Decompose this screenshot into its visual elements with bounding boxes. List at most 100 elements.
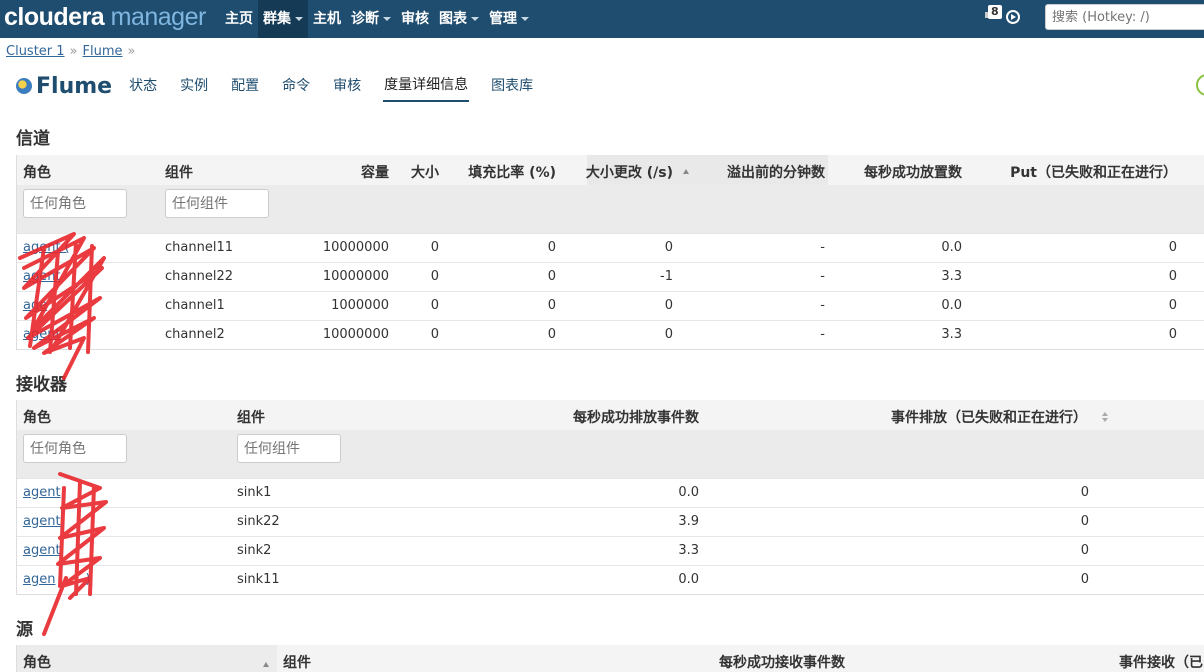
role-link[interactable]: agent xyxy=(23,269,61,284)
role-link[interactable]: agent ( xyxy=(23,240,70,255)
sources-table: 角色 组件 每秒成功接收事件数 事件接收（已 xyxy=(16,645,1204,672)
role-link[interactable]: agen) xyxy=(23,572,91,587)
table-row: agen) sink11 0.0 0 xyxy=(17,565,1204,594)
put-failed-cell: 0 xyxy=(1168,327,1177,342)
col-component[interactable]: 组件 xyxy=(165,162,193,182)
nav-item-charts[interactable]: 图表 xyxy=(434,0,484,38)
breadcrumb: Cluster 1» Flume» xyxy=(6,44,136,59)
table-row: agent sink2 3.3 0 xyxy=(17,536,1204,565)
col-events-accepted-failed[interactable]: 事件接收（已 xyxy=(1119,652,1203,672)
filter-row xyxy=(17,185,1204,233)
col-size[interactable]: 大小 xyxy=(389,162,439,182)
tab-metric-details[interactable]: 度量详细信息 xyxy=(383,70,470,102)
fill-ratio-cell: 0 xyxy=(547,269,556,284)
component-cell: channel22 xyxy=(165,269,233,284)
role-filter-input[interactable] xyxy=(23,189,127,218)
put-failed-cell: 0 xyxy=(1168,298,1177,313)
col-role[interactable]: 角色 xyxy=(23,652,51,672)
col-puts-per-sec[interactable]: 每秒成功放置数 xyxy=(829,162,962,182)
col-component[interactable]: 组件 xyxy=(237,407,265,427)
puts-cell: 3.3 xyxy=(941,269,962,284)
size-change-cell: 0 xyxy=(664,240,673,255)
size-cell: 0 xyxy=(430,327,439,342)
flume-service-icon xyxy=(16,78,32,94)
sort-up-icon[interactable] xyxy=(683,162,689,178)
component-cell: sink1 xyxy=(237,485,272,500)
cloudera-manager-logo[interactable]: cloudera manager xyxy=(4,3,206,32)
role-link[interactable]: agent xyxy=(23,514,61,529)
overflow-cell: - xyxy=(820,327,825,342)
fill-ratio-cell: 0 xyxy=(547,327,556,342)
search-input[interactable] xyxy=(1045,4,1204,30)
component-filter-input[interactable] xyxy=(237,434,341,463)
sort-icon[interactable] xyxy=(1102,410,1108,426)
tab-configuration[interactable]: 配置 xyxy=(230,71,260,101)
col-fill-ratio[interactable]: 填充比率 (%) xyxy=(447,162,556,182)
health-status-icon[interactable] xyxy=(1196,74,1204,96)
col-component[interactable]: 组件 xyxy=(283,652,311,672)
component-cell: sink2 xyxy=(237,543,272,558)
drained-cell: 0.0 xyxy=(678,572,699,587)
nav-item-audits[interactable]: 审核 xyxy=(396,0,434,38)
size-change-cell: -1 xyxy=(660,269,673,284)
component-cell: channel11 xyxy=(165,240,233,255)
col-events-accepted-per-sec[interactable]: 每秒成功接收事件数 xyxy=(645,652,845,672)
capacity-cell: 10000000 xyxy=(322,240,389,255)
main-nav: 主页 群集 主机 诊断 审核 图表 管理 xyxy=(220,0,534,38)
service-header: Flume 状态 实例 配置 命令 审核 度量详细信息 图表库 xyxy=(16,70,555,102)
table-row: agent ( channel11 10000000 0 0 0 - 0.0 0 xyxy=(17,233,1204,262)
tab-audits[interactable]: 审核 xyxy=(332,71,362,101)
size-cell: 0 xyxy=(430,269,439,284)
nav-item-clusters[interactable]: 群集 xyxy=(258,0,308,38)
component-cell: sink22 xyxy=(237,514,280,529)
col-role[interactable]: 角色 xyxy=(23,407,51,427)
tab-instances[interactable]: 实例 xyxy=(179,71,209,101)
nav-item-admin[interactable]: 管理 xyxy=(484,0,534,38)
nav-item-home[interactable]: 主页 xyxy=(220,0,258,38)
channels-section-title: 信道 xyxy=(16,129,50,149)
role-filter-input[interactable] xyxy=(23,434,127,463)
drained-cell: 3.3 xyxy=(678,543,699,558)
component-cell: channel1 xyxy=(165,298,225,313)
chevron-down-icon xyxy=(521,17,529,21)
chevron-down-icon xyxy=(471,17,479,21)
col-events-drained-failed[interactable]: 事件排放（已失败和正在进行） xyxy=(837,407,1087,427)
channels-table: 角色 组件 容量 大小 填充比率 (%) 大小更改 (/s) 溢出前的分钟数 每… xyxy=(16,155,1204,350)
col-capacity[interactable]: 容量 xyxy=(289,162,389,182)
col-put-failed[interactable]: Put（已失败和正在进行） xyxy=(977,162,1177,182)
play-circle-icon[interactable] xyxy=(1006,10,1020,24)
sinks-table: 角色 组件 每秒成功排放事件数 事件排放（已失败和正在进行） agent sin… xyxy=(16,400,1204,595)
role-link[interactable]: agent xyxy=(23,543,61,558)
tab-chart-library[interactable]: 图表库 xyxy=(490,71,534,101)
role-link[interactable]: agent xyxy=(23,485,61,500)
col-minutes-to-overflow[interactable]: 溢出前的分钟数 xyxy=(707,162,825,182)
col-size-change[interactable]: 大小更改 (/s) xyxy=(563,162,673,182)
component-filter-input[interactable] xyxy=(165,189,269,218)
nav-item-diagnostics[interactable]: 诊断 xyxy=(346,0,396,38)
drained-cell: 0.0 xyxy=(678,485,699,500)
overflow-cell: - xyxy=(820,298,825,313)
nav-item-hosts[interactable]: 主机 xyxy=(308,0,346,38)
col-events-drained-per-sec[interactable]: 每秒成功排放事件数 xyxy=(499,407,699,427)
col-role[interactable]: 角色 xyxy=(23,162,51,182)
size-change-cell: 0 xyxy=(664,298,673,313)
role-link[interactable]: agent xyxy=(23,327,61,342)
top-nav-bar: cloudera manager 主页 群集 主机 诊断 审核 图表 管理 8 xyxy=(0,0,1204,38)
breadcrumb-service-link[interactable]: Flume xyxy=(83,44,123,59)
fill-ratio-cell: 0 xyxy=(547,240,556,255)
sort-up-icon[interactable] xyxy=(263,655,269,671)
breadcrumb-cluster-link[interactable]: Cluster 1 xyxy=(6,44,65,59)
tab-status[interactable]: 状态 xyxy=(128,71,158,101)
table-row: agent sink22 3.9 0 xyxy=(17,507,1204,536)
drained-failed-cell: 0 xyxy=(1080,572,1089,587)
chevron-down-icon xyxy=(295,17,303,21)
fill-ratio-cell: 0 xyxy=(547,298,556,313)
capacity-cell: 1000000 xyxy=(331,298,389,313)
logo-sub-text: manager xyxy=(104,3,207,31)
puts-cell: 0.0 xyxy=(941,240,962,255)
role-link[interactable]: age xyxy=(23,298,47,313)
tab-commands[interactable]: 命令 xyxy=(281,71,311,101)
running-commands-badge[interactable]: 8 xyxy=(988,5,1002,19)
table-row: agent sink1 0.0 0 xyxy=(17,478,1204,507)
size-cell: 0 xyxy=(430,240,439,255)
